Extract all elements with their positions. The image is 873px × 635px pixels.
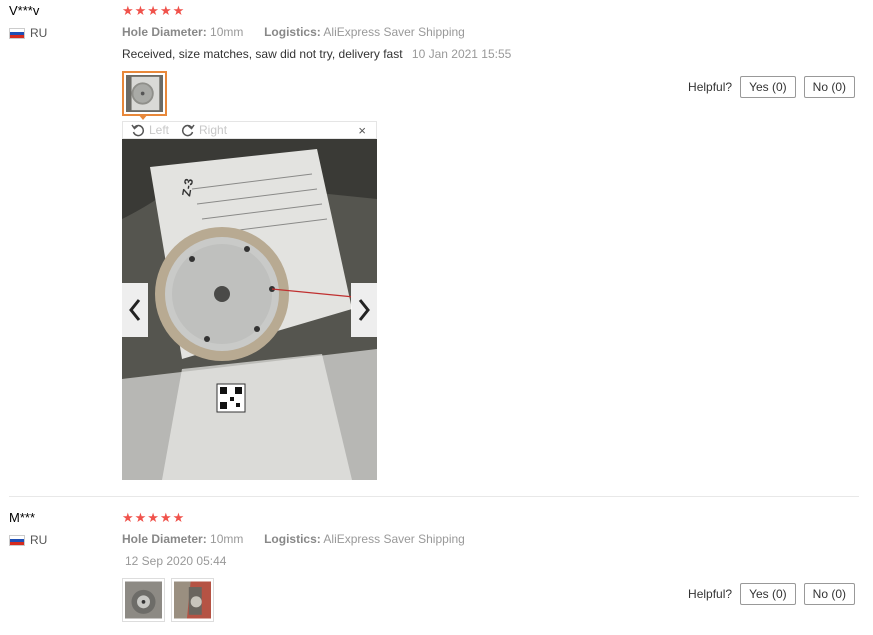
russia-flag-icon bbox=[9, 27, 25, 39]
review-divider bbox=[9, 496, 859, 497]
logistics-value: AliExpress Saver Shipping bbox=[323, 532, 465, 546]
next-photo-button[interactable] bbox=[351, 283, 377, 337]
photo-viewer: Left Right × Z-3 bbox=[122, 121, 377, 480]
hole-diameter-value: 10mm bbox=[210, 532, 244, 546]
saw-blade-thumb-image bbox=[126, 75, 163, 112]
russia-flag-icon bbox=[9, 534, 25, 546]
hole-diameter-value: 10mm bbox=[210, 25, 244, 39]
rotate-left-label: Left bbox=[149, 123, 170, 137]
reviewer-name: M*** bbox=[9, 510, 36, 525]
helpful-vote: Helpful? Yes (0) No (0) bbox=[688, 76, 855, 98]
helpful-label: Helpful? bbox=[688, 587, 733, 601]
saw-blade-thumb-image bbox=[125, 581, 162, 619]
hole-diameter-label: Hole Diameter: bbox=[122, 25, 207, 39]
country-code: RU bbox=[30, 26, 48, 40]
review-photo-thumbnail[interactable] bbox=[122, 578, 165, 622]
star-rating: ★★★★★ bbox=[122, 510, 186, 525]
rotate-left-icon bbox=[131, 124, 145, 137]
star-rating: ★★★★★ bbox=[122, 3, 186, 18]
review-date: 12 Sep 2020 05:44 bbox=[125, 554, 227, 568]
rotate-left-button[interactable]: Left bbox=[131, 123, 169, 137]
rotate-right-label: Right bbox=[199, 123, 228, 137]
chevron-left-icon bbox=[129, 299, 141, 321]
helpful-vote: Helpful? Yes (0) No (0) bbox=[688, 583, 855, 605]
review-comment: Received, size matches, saw did not try,… bbox=[122, 47, 511, 61]
helpful-yes-button[interactable]: Yes (0) bbox=[740, 583, 796, 605]
thumbnail-pointer bbox=[138, 114, 148, 120]
review-text: Received, size matches, saw did not try,… bbox=[122, 47, 403, 61]
logistics-value: AliExpress Saver Shipping bbox=[323, 25, 465, 39]
rotate-right-button[interactable]: Right bbox=[181, 123, 227, 137]
hole-diameter-label: Hole Diameter: bbox=[122, 532, 207, 546]
rotate-right-icon bbox=[181, 124, 195, 137]
review-comment: 12 Sep 2020 05:44 bbox=[122, 554, 226, 568]
previous-photo-button[interactable] bbox=[122, 283, 148, 337]
review-photo-large: Z-3 bbox=[122, 139, 377, 480]
country-code: RU bbox=[30, 533, 48, 547]
order-attributes: Hole Diameter: 10mm Logistics: AliExpres… bbox=[122, 25, 465, 39]
helpful-yes-button[interactable]: Yes (0) bbox=[740, 76, 796, 98]
saw-tool-thumb-image bbox=[174, 581, 211, 619]
reviewer-country: RU bbox=[9, 26, 47, 40]
logistics-label: Logistics: bbox=[264, 532, 321, 546]
helpful-label: Helpful? bbox=[688, 80, 733, 94]
logistics-label: Logistics: bbox=[264, 25, 321, 39]
review-item: M*** RU ★★★★★ Hole Diameter: 10mm Logist… bbox=[0, 507, 873, 635]
review-photo-thumbnail[interactable] bbox=[171, 578, 214, 622]
chevron-right-icon bbox=[358, 299, 370, 321]
reviewer-country: RU bbox=[9, 533, 47, 547]
saw-blade-photo: Z-3 bbox=[122, 139, 377, 480]
helpful-no-button[interactable]: No (0) bbox=[803, 583, 855, 605]
review-photo-thumbnail[interactable] bbox=[122, 71, 167, 116]
close-viewer-button[interactable]: × bbox=[358, 123, 366, 138]
review-date: 10 Jan 2021 15:55 bbox=[411, 47, 512, 61]
helpful-no-button[interactable]: No (0) bbox=[803, 76, 855, 98]
order-attributes: Hole Diameter: 10mm Logistics: AliExpres… bbox=[122, 532, 465, 546]
review-item: V***v RU ★★★★★ Hole Diameter: 10mm Logis… bbox=[0, 0, 873, 496]
reviewer-name: V***v bbox=[9, 3, 40, 18]
photo-viewer-toolbar: Left Right × bbox=[122, 121, 377, 139]
